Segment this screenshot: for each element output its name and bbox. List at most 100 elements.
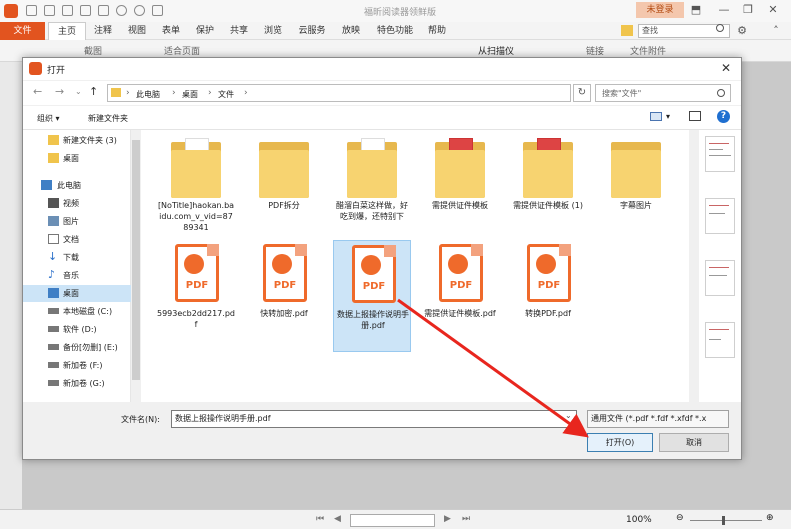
breadcrumb-desktop[interactable]: 桌面	[182, 89, 198, 100]
zoom-in-icon[interactable]: ⊕	[766, 513, 774, 523]
view-options-icon[interactable]	[650, 112, 662, 121]
print-icon[interactable]	[62, 5, 73, 16]
nav-item-desktop-folder[interactable]: 桌面	[23, 150, 131, 167]
file-item-pdf[interactable]: PDF 转换PDF.pdf	[509, 240, 587, 352]
file-item-pdf[interactable]: PDF 需提供证件模板.pdf	[421, 240, 499, 352]
dialog-close-icon[interactable]: ✕	[721, 61, 731, 75]
folder-search-icon[interactable]	[621, 25, 633, 36]
ribbon-screenshot[interactable]: 截图	[84, 44, 102, 57]
breadcrumb-files[interactable]: 文件	[218, 89, 234, 100]
file-item-folder[interactable]: [NoTitle]haokan.baidu.com_v_vid=8789341	[157, 132, 235, 244]
file-item-pdf[interactable]: PDF 快转加密.pdf	[245, 240, 323, 352]
undo-icon[interactable]	[116, 5, 127, 16]
filetype-select[interactable]: 通用文件 (*.pdf *.fdf *.xfdf *.x	[587, 410, 729, 428]
nav-item-videos[interactable]: 视频	[23, 195, 131, 212]
tab-browse[interactable]: 浏览	[260, 22, 286, 40]
settings-icon[interactable]: ⚙	[734, 24, 750, 38]
nav-item-desktop[interactable]: 桌面	[23, 285, 131, 302]
tab-home[interactable]: 主页	[48, 22, 86, 40]
breadcrumb-separator[interactable]: ›	[208, 88, 212, 98]
tab-slideshow[interactable]: 放映	[338, 22, 364, 40]
new-folder-button[interactable]: 新建文件夹	[88, 113, 128, 124]
file-item-folder[interactable]: 字幕图片	[597, 132, 675, 244]
file-item-pdf-selected[interactable]: PDF 数据上报操作说明手册.pdf	[333, 240, 411, 352]
file-item-pdf[interactable]: PDF 5993ecb2dd217.pdf	[157, 240, 235, 352]
nav-item-music[interactable]: ♪ 音乐	[23, 267, 131, 284]
filename-dropdown-icon[interactable]: ⌄	[565, 411, 572, 420]
zoom-level[interactable]: 100%	[626, 515, 652, 525]
nav-item-this-pc[interactable]: 此电脑	[23, 177, 131, 194]
page-number-input[interactable]	[350, 514, 435, 527]
organize-button[interactable]: 组织 ▾	[37, 113, 60, 124]
nav-item-pictures[interactable]: 图片	[23, 213, 131, 230]
breadcrumb-this-pc[interactable]: 此电脑	[136, 89, 160, 100]
dialog-search-icon[interactable]	[717, 89, 725, 97]
tab-form[interactable]: 表单	[158, 22, 184, 40]
history-dropdown-icon[interactable]: ⌄	[75, 87, 82, 96]
redo-icon[interactable]	[134, 5, 145, 16]
dialog-search-input[interactable]: 搜索"文件"	[602, 88, 641, 99]
ribbon-fit-page[interactable]: 适合页面	[164, 44, 200, 57]
next-page-icon[interactable]: ▶	[444, 514, 451, 524]
restore-icon[interactable]: ❐	[740, 3, 756, 17]
first-page-icon[interactable]: ⏮	[316, 514, 324, 524]
nav-item-downloads[interactable]: ↓ 下载	[23, 249, 131, 266]
breadcrumb-separator[interactable]: ›	[244, 88, 248, 98]
preview-pane-icon[interactable]	[689, 111, 701, 121]
file-list-scrollbar[interactable]	[689, 130, 699, 402]
open-icon[interactable]	[26, 5, 37, 16]
file-item-folder[interactable]: PDF拆分	[245, 132, 323, 244]
login-button[interactable]: 未登录	[636, 2, 684, 18]
file-item-folder[interactable]: 需提供证件模板 (1)	[509, 132, 587, 244]
address-bar[interactable]: › 此电脑 › 桌面 › 文件 › ⌄	[107, 84, 651, 102]
back-arrow-icon[interactable]: ←	[33, 85, 42, 98]
filename-input[interactable]: 数据上报操作说明手册.pdf	[171, 410, 577, 428]
tab-view[interactable]: 视图	[124, 22, 150, 40]
tab-file[interactable]: 文件	[0, 22, 45, 40]
tab-protect[interactable]: 保护	[192, 22, 218, 40]
dialog-search-box[interactable]: 搜索"文件"	[595, 84, 731, 102]
ribbon-scan[interactable]: 从扫描仪	[478, 44, 514, 57]
zoom-out-icon[interactable]: ⊖	[676, 513, 684, 523]
ribbon-toggle-icon[interactable]: ⬒	[688, 3, 704, 17]
breadcrumb-separator[interactable]: ›	[172, 88, 176, 98]
nav-item-drive-c[interactable]: 本地磁盘 (C:)	[23, 303, 131, 320]
zoom-slider-thumb[interactable]	[722, 516, 725, 525]
up-arrow-icon[interactable]: ↑	[89, 85, 98, 98]
view-dropdown-icon[interactable]: ▾	[666, 112, 670, 121]
prev-page-icon[interactable]: ◀	[334, 514, 341, 524]
ribbon-attachment[interactable]: 文件附件	[630, 44, 666, 57]
tab-features[interactable]: 特色功能	[372, 22, 418, 40]
minimize-icon[interactable]: —	[716, 3, 732, 17]
nav-item-drive-d[interactable]: 软件 (D:)	[23, 321, 131, 338]
breadcrumb-separator[interactable]: ›	[126, 88, 130, 98]
open-button[interactable]: 打开(O)	[587, 433, 653, 452]
last-page-icon[interactable]: ⏭	[462, 514, 470, 524]
file-item-folder[interactable]: 醋溜白菜这样做，好吃到爆，还特别下	[333, 132, 411, 244]
refresh-icon[interactable]: ↻	[573, 84, 591, 102]
collapse-icon[interactable]: ˄	[768, 24, 784, 38]
nav-item-documents[interactable]: 文档	[23, 231, 131, 248]
tab-comment[interactable]: 注释	[90, 22, 116, 40]
tab-share[interactable]: 共享	[226, 22, 252, 40]
nav-item-drive-g[interactable]: 新加卷 (G:)	[23, 375, 131, 392]
tab-help[interactable]: 帮助	[424, 22, 450, 40]
file-item-folder[interactable]: 需提供证件模板	[421, 132, 499, 244]
nav-item-drive-f[interactable]: 新加卷 (F:)	[23, 357, 131, 374]
forward-arrow-icon[interactable]: →	[55, 85, 64, 98]
close-icon[interactable]: ✕	[765, 3, 781, 17]
zoom-slider[interactable]	[690, 520, 762, 521]
properties-icon[interactable]	[80, 5, 91, 16]
nav-item-new-folder-3[interactable]: 新建文件夹 (3)	[23, 132, 131, 149]
save-icon[interactable]	[44, 5, 55, 16]
tab-cloud[interactable]: 云服务	[294, 22, 330, 40]
cancel-button[interactable]: 取消	[659, 433, 729, 452]
search-icon[interactable]	[716, 24, 724, 32]
help-icon[interactable]: ?	[717, 110, 730, 123]
ribbon-link[interactable]: 链接	[586, 44, 604, 57]
nav-item-drive-e[interactable]: 备份[勿删] (E:)	[23, 339, 131, 356]
nav-scrollbar-thumb[interactable]	[132, 140, 140, 380]
hand-icon[interactable]	[98, 5, 109, 16]
stamp-icon[interactable]	[152, 5, 163, 16]
nav-scrollbar[interactable]	[131, 130, 141, 402]
